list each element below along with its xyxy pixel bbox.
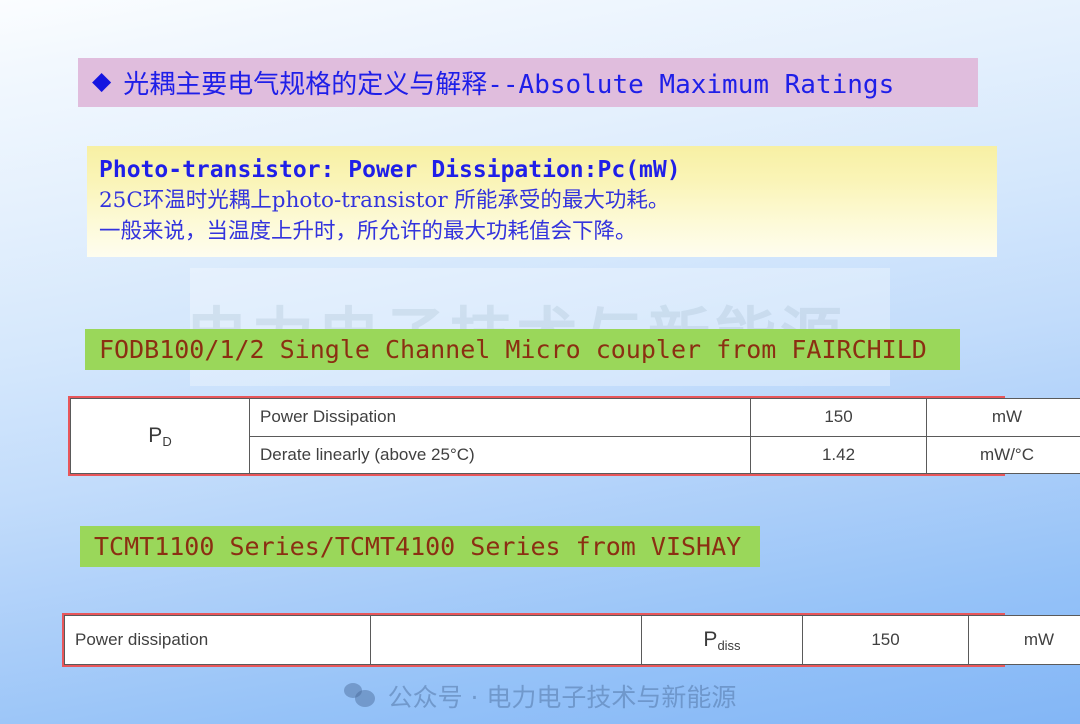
- unit-cell: mW: [968, 615, 1080, 665]
- note-line-2: 一般来说，当温度上升时，所允许的最大功耗值会下降。: [99, 219, 637, 244]
- slide-canvas: 电力电子技术与新能源 www.21micro-grid.com ◆ 光耦主要电气…: [0, 0, 1080, 724]
- value-cell: 1.42: [750, 435, 927, 474]
- value-cell: 150: [750, 398, 927, 437]
- definition-note-box: Photo-transistor: Power Dissipation:Pc(m…: [87, 146, 997, 257]
- table-row: PD Power Dissipation 150 mW: [70, 398, 1080, 474]
- symbol-cell: PD: [70, 398, 250, 474]
- section-header-vishay: TCMT1100 Series/TCMT4100 Series from VIS…: [80, 526, 760, 567]
- description-cell: Power Dissipation: [249, 398, 751, 437]
- symbol-pd: PD: [148, 424, 172, 449]
- section-header-fairchild: FODB100/1/2 Single Channel Micro coupler…: [85, 329, 960, 370]
- parameter-cell: Power dissipation: [64, 615, 371, 665]
- diamond-icon: ◆: [92, 67, 112, 95]
- footer-credit-text: 公众号 · 电力电子技术与新能源: [387, 683, 737, 712]
- symbol-pdiss: Pdiss: [703, 628, 741, 653]
- footer-credit: 公众号 · 电力电子技术与新能源: [0, 678, 1080, 714]
- page-title: 光耦主要电气规格的定义与解释--Absolute Maximum Ratings: [123, 70, 895, 100]
- table-row: Power dissipation Pdiss 150 mW: [64, 615, 1080, 665]
- unit-cell: mW/°C: [926, 435, 1080, 474]
- note-title: Photo-transistor: Power Dissipation:Pc(m…: [99, 157, 681, 183]
- unit-cell: mW: [926, 398, 1080, 437]
- note-line-1: 25C环温时光耦上photo-transistor 所能承受的最大功耗。: [99, 188, 670, 213]
- slide-title-bar: ◆ 光耦主要电气规格的定义与解释--Absolute Maximum Ratin…: [78, 58, 978, 107]
- blank-cell: [370, 615, 642, 665]
- fairchild-spec-table: PD Power Dissipation 150 mW Derate linea…: [68, 396, 1080, 476]
- symbol-cell: Pdiss: [641, 615, 803, 665]
- value-cell: 150: [802, 615, 969, 665]
- description-cell: Derate linearly (above 25°C): [249, 435, 751, 474]
- vishay-spec-table: Power dissipation Pdiss 150 mW: [62, 613, 1080, 667]
- wechat-icon: [343, 683, 376, 709]
